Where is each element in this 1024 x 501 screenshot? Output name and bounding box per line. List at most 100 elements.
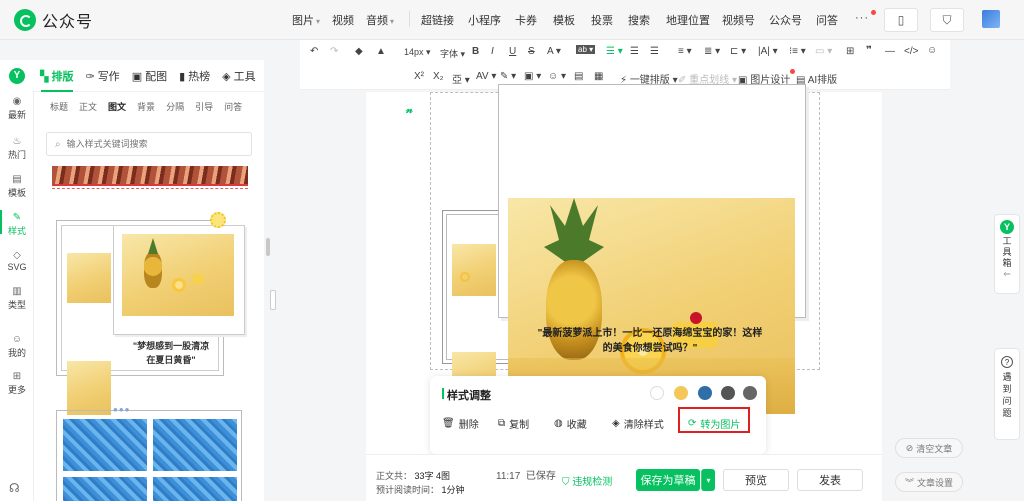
- rail-item-mine[interactable]: ☺ 我的: [0, 334, 34, 359]
- indent-icon[interactable]: ☰: [630, 46, 639, 57]
- subtab-image-text[interactable]: 图文: [108, 100, 126, 113]
- delete-button[interactable]: 🗑 删除: [442, 416, 479, 431]
- subtab-title[interactable]: 标题: [50, 100, 68, 113]
- quote-icon[interactable]: ❞: [866, 45, 872, 56]
- panel-collapse-handle[interactable]: [270, 290, 276, 310]
- first-line-indent-icon[interactable]: 亞 ▾: [452, 71, 470, 86]
- paragraph-spacing-icon[interactable]: ≣ ▾: [704, 46, 720, 57]
- underline-icon[interactable]: U: [509, 46, 516, 57]
- template-icon[interactable]: ▤: [574, 71, 583, 82]
- menu-video[interactable]: 视频: [332, 12, 354, 28]
- clear-article-button[interactable]: ⊘ 清空文章: [895, 438, 963, 458]
- rail-item-template[interactable]: ▤ 模板: [0, 174, 34, 199]
- rail-item-style[interactable]: ✎ 样式: [0, 212, 34, 237]
- shield-button[interactable]: ⛉: [930, 8, 964, 32]
- help-widget[interactable]: ? 遇到问题: [994, 348, 1020, 440]
- toolbox-widget[interactable]: Y 工具箱 ⇐: [994, 214, 1020, 294]
- redo-icon[interactable]: ↷: [330, 46, 338, 57]
- italic-icon[interactable]: I: [491, 46, 494, 57]
- menu-coupon[interactable]: 卡券: [515, 12, 537, 28]
- headset-icon[interactable]: ☊: [9, 481, 20, 495]
- line-height-icon[interactable]: ≡ ▾: [678, 46, 692, 57]
- tab-layout[interactable]: ▚ 排版: [40, 68, 73, 84]
- subtab-background[interactable]: 背景: [137, 100, 155, 113]
- violation-check-link[interactable]: ⛉ 违规检测: [562, 473, 612, 488]
- bold-icon[interactable]: B: [472, 46, 479, 57]
- menu-channels[interactable]: 视频号: [722, 12, 755, 28]
- copy-button[interactable]: ⧉ 复制: [498, 416, 529, 431]
- tab-writing[interactable]: ✑ 写作: [85, 68, 119, 84]
- format-painter-icon[interactable]: ◆: [355, 46, 363, 57]
- favorite-button[interactable]: ◍ 收藏: [554, 416, 587, 431]
- subscript-icon[interactable]: X₂: [433, 71, 444, 82]
- tab-illustration[interactable]: ▣ 配图: [132, 68, 167, 84]
- menu-vote[interactable]: 投票: [591, 12, 613, 28]
- app-logo[interactable]: 公众号: [14, 8, 93, 32]
- color-swatch-white[interactable]: [650, 386, 664, 400]
- superscript-icon[interactable]: X²: [414, 71, 424, 82]
- menu-search[interactable]: 搜索: [628, 12, 650, 28]
- code-icon[interactable]: </>: [904, 46, 918, 57]
- strikethrough-icon[interactable]: S: [528, 46, 535, 57]
- menu-miniprogram[interactable]: 小程序: [468, 12, 501, 28]
- smiley-icon[interactable]: ☺ ▾: [548, 71, 566, 82]
- tab-tools[interactable]: ◈ 工具: [222, 68, 255, 84]
- pen-icon[interactable]: ✎ ▾: [500, 71, 516, 82]
- save-draft-dropdown[interactable]: ▾: [701, 469, 715, 491]
- style-card-partial-image[interactable]: [52, 166, 248, 184]
- rail-item-type[interactable]: ▥ 类型: [0, 286, 34, 311]
- panel-scrollbar[interactable]: [266, 238, 270, 256]
- color-swatch-gray[interactable]: [743, 386, 757, 400]
- preview-button[interactable]: 预览: [723, 469, 789, 491]
- font-color-icon[interactable]: A ▾: [547, 46, 561, 57]
- menu-qa[interactable]: 问答: [816, 12, 838, 28]
- divider-icon[interactable]: ▭ ▾: [815, 46, 832, 57]
- image-icon[interactable]: ▣ ▾: [524, 71, 541, 82]
- justify-icon[interactable]: ☰: [650, 46, 659, 57]
- color-swatch-dark-gray[interactable]: [721, 386, 735, 400]
- char-spacing-icon[interactable]: AV ▾: [476, 71, 496, 82]
- subtab-qa[interactable]: 问答: [224, 100, 242, 113]
- rail-item-latest[interactable]: ◉ 最新: [0, 96, 34, 121]
- menu-image[interactable]: 图片 ▾: [292, 12, 320, 28]
- style-search-input[interactable]: [66, 139, 237, 149]
- avatar[interactable]: [982, 10, 1000, 28]
- emoji-icon[interactable]: ☺: [927, 45, 937, 56]
- font-family-select[interactable]: 字体 ▾: [440, 47, 465, 60]
- article-settings-button[interactable]: ︾ 文章设置: [895, 472, 963, 492]
- menu-template[interactable]: 模板: [553, 12, 575, 28]
- rail-item-more[interactable]: ⊞ 更多: [0, 371, 34, 396]
- hr-icon[interactable]: —: [885, 46, 895, 57]
- align-center-icon[interactable]: ☰ ▾: [606, 46, 623, 57]
- article-caption[interactable]: "最新菠萝派上市！一比一还原海绵宝宝的家！这样 的美食你想尝试吗？": [506, 326, 794, 356]
- rail-item-hot[interactable]: ♨ 热门: [0, 136, 34, 161]
- subtab-guide[interactable]: 引导: [195, 100, 213, 113]
- menu-more[interactable]: ···: [855, 12, 869, 24]
- subtab-separator[interactable]: 分隔: [166, 100, 184, 113]
- menu-link[interactable]: 超链接: [421, 12, 454, 28]
- undo-icon[interactable]: ↶: [310, 46, 318, 57]
- margin-icon[interactable]: ⊏ ▾: [730, 46, 746, 57]
- save-draft-button[interactable]: 保存为草稿: [636, 469, 700, 491]
- menu-location[interactable]: 地理位置: [666, 12, 710, 28]
- subtab-body[interactable]: 正文: [79, 100, 97, 113]
- publish-button[interactable]: 发表: [797, 469, 863, 491]
- letter-spacing-icon[interactable]: |A| ▾: [758, 46, 778, 57]
- convert-to-image-button[interactable]: ⟳ 转为图片: [688, 416, 740, 431]
- style-card-pineapple[interactable]: "梦想感到一股清凉 在夏日黄昏": [56, 212, 245, 415]
- tab-hot-list[interactable]: ▮ 热榜: [179, 68, 210, 84]
- background-color-icon[interactable]: ab ▾: [576, 45, 596, 54]
- eraser-icon[interactable]: ▲: [376, 46, 386, 57]
- rail-item-svg[interactable]: ◇ SVG: [0, 250, 34, 272]
- clear-style-button[interactable]: ◈ 清除样式: [612, 416, 664, 431]
- phone-preview-button[interactable]: ▯: [884, 8, 918, 32]
- menu-audio[interactable]: 音频 ▾: [366, 12, 394, 28]
- font-size-select[interactable]: 14px ▾: [404, 47, 431, 58]
- color-swatch-yellow[interactable]: [674, 386, 688, 400]
- menu-official-account[interactable]: 公众号: [769, 12, 802, 28]
- table-icon[interactable]: ⊞: [846, 46, 854, 57]
- style-search-box[interactable]: ⌕: [46, 132, 252, 156]
- toolbox-icon[interactable]: ▦: [594, 71, 603, 82]
- style-card-pool[interactable]: ●●●: [56, 405, 242, 501]
- color-swatch-blue[interactable]: [698, 386, 712, 400]
